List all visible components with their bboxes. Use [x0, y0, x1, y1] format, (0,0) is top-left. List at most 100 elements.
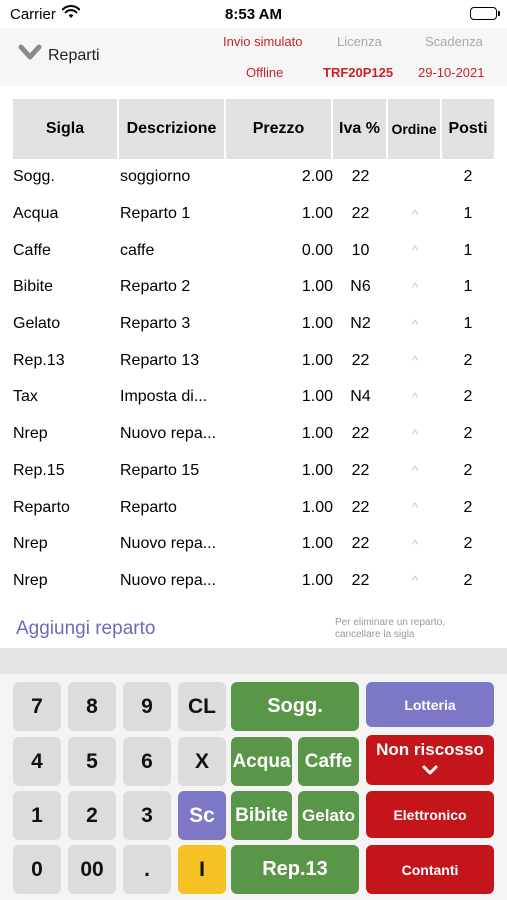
- table-body: Sogg. soggiorno 2.00 22 2 Acqua Reparto 1 1.00 2…: [13, 159, 494, 599]
- key-decimal[interactable]: .: [123, 845, 171, 894]
- key-5[interactable]: 5: [68, 737, 116, 786]
- cell-posti: 1: [463, 241, 473, 259]
- key-6[interactable]: 6: [123, 737, 171, 786]
- table-row[interactable]: Acqua Reparto 1 1.00 22 ^ 1: [13, 196, 494, 233]
- cell-posti: 1: [463, 315, 473, 333]
- move-up-icon[interactable]: ^: [388, 573, 442, 588]
- move-up-icon[interactable]: ^: [388, 243, 442, 258]
- chevron-down-icon: [422, 760, 438, 780]
- cell-posti: 2: [463, 351, 473, 369]
- key-multiply[interactable]: X: [178, 737, 226, 786]
- key-lotteria[interactable]: Lotteria: [366, 682, 494, 727]
- delete-hint: Per eliminare un reparto, cancellare la …: [335, 617, 445, 641]
- key-sc[interactable]: Sc: [178, 791, 226, 840]
- cell-iva: 22: [351, 351, 370, 369]
- table-row[interactable]: Nrep Nuovo repa... 1.00 22 ^ 2: [13, 416, 494, 453]
- cell-descrizione: caffe: [120, 241, 155, 259]
- cell-sigla: Nrep: [13, 571, 48, 589]
- move-up-icon[interactable]: ^: [388, 353, 442, 368]
- key-00[interactable]: 00: [68, 845, 116, 894]
- non-riscosso-label: Non riscosso: [376, 740, 484, 759]
- cell-prezzo: 1.00: [301, 315, 333, 333]
- cell-posti: 2: [463, 571, 473, 589]
- header-prezzo: Prezzo: [226, 99, 333, 159]
- cell-iva: 10: [351, 241, 370, 259]
- table-row[interactable]: Reparto Reparto 1.00 22 ^ 2: [13, 489, 494, 526]
- key-9[interactable]: 9: [123, 682, 171, 731]
- move-up-icon[interactable]: ^: [388, 537, 442, 552]
- keypad: 7 8 9 CL Sogg. Lotteria 4 5 6 X Acqua Ca…: [0, 674, 507, 900]
- invio-simulato-label: Invio simulato: [223, 34, 303, 49]
- key-7[interactable]: 7: [13, 682, 61, 731]
- back-button[interactable]: Reparti: [18, 44, 100, 67]
- key-elettronico[interactable]: Elettronico: [366, 791, 494, 838]
- licenza-label: Licenza: [337, 34, 382, 49]
- key-bibite[interactable]: Bibite: [231, 791, 292, 840]
- table-row[interactable]: Rep.13 Reparto 13 1.00 22 ^ 2: [13, 342, 494, 379]
- clock: 8:53 AM: [225, 6, 282, 23]
- move-up-icon[interactable]: ^: [388, 280, 442, 295]
- table-row[interactable]: Sogg. soggiorno 2.00 22 2: [13, 159, 494, 196]
- cell-prezzo: 1.00: [301, 425, 333, 443]
- cell-sigla: Nrep: [13, 425, 48, 443]
- cell-posti: 2: [463, 498, 473, 516]
- move-up-icon[interactable]: ^: [388, 207, 442, 222]
- table-row[interactable]: Caffe caffe 0.00 10 ^ 1: [13, 232, 494, 269]
- cell-descrizione: Reparto 2: [120, 278, 191, 296]
- key-2[interactable]: 2: [68, 791, 116, 840]
- cell-prezzo: 1.00: [301, 278, 333, 296]
- add-reparto-link[interactable]: Aggiungi reparto: [16, 618, 155, 640]
- cell-sigla: Nrep: [13, 535, 48, 553]
- key-1[interactable]: 1: [13, 791, 61, 840]
- cell-prezzo: 1.00: [301, 388, 333, 406]
- header-sigla: Sigla: [13, 99, 119, 159]
- cell-sigla: Rep.15: [13, 461, 65, 479]
- cell-descrizione: Reparto 3: [120, 315, 191, 333]
- table-row[interactable]: Tax Imposta di... 1.00 N4 ^ 2: [13, 379, 494, 416]
- table-row[interactable]: Nrep Nuovo repa... 1.00 22 ^ 2: [13, 563, 494, 600]
- cell-descrizione: Reparto 15: [120, 461, 200, 479]
- cell-posti: 2: [463, 425, 473, 443]
- table-row[interactable]: Gelato Reparto 3 1.00 N2 ^ 1: [13, 306, 494, 343]
- cell-prezzo: 1.00: [301, 535, 333, 553]
- table-row[interactable]: Bibite Reparto 2 1.00 N6 ^ 1: [13, 269, 494, 306]
- back-label: Reparti: [48, 46, 100, 64]
- table-row[interactable]: Rep.15 Reparto 15 1.00 22 ^ 2: [13, 453, 494, 490]
- key-clear[interactable]: CL: [178, 682, 226, 731]
- key-i[interactable]: I: [178, 845, 226, 894]
- key-8[interactable]: 8: [68, 682, 116, 731]
- cell-posti: 2: [463, 535, 473, 553]
- cell-sigla: Bibite: [13, 278, 54, 296]
- key-acqua[interactable]: Acqua: [231, 737, 292, 786]
- key-rep13[interactable]: Rep.13: [231, 845, 359, 894]
- move-up-icon[interactable]: ^: [388, 463, 442, 478]
- cell-prezzo: 2.00: [301, 168, 333, 186]
- key-non-riscosso[interactable]: Non riscosso: [366, 735, 494, 785]
- key-3[interactable]: 3: [123, 791, 171, 840]
- table-row[interactable]: Nrep Nuovo repa... 1.00 22 ^ 2: [13, 526, 494, 563]
- key-contanti[interactable]: Contanti: [366, 845, 494, 894]
- move-up-icon[interactable]: ^: [388, 317, 442, 332]
- table-header: Sigla Descrizione Prezzo Iva % Ordine Po…: [13, 99, 494, 159]
- move-up-icon[interactable]: ^: [388, 500, 442, 515]
- move-up-icon[interactable]: ^: [388, 427, 442, 442]
- move-up-icon[interactable]: ^: [388, 390, 442, 405]
- key-caffe[interactable]: Caffe: [298, 737, 359, 786]
- scadenza-label: Scadenza: [425, 34, 483, 49]
- cell-iva: 22: [351, 205, 370, 223]
- cell-sigla: Caffe: [13, 241, 51, 259]
- key-0[interactable]: 0: [13, 845, 61, 894]
- hint-line-2: cancellare la sigla: [335, 629, 415, 640]
- key-sogg[interactable]: Sogg.: [231, 682, 359, 731]
- cell-prezzo: 0.00: [301, 241, 333, 259]
- cell-sigla: Sogg.: [13, 168, 55, 186]
- cell-iva: 22: [351, 535, 370, 553]
- cell-descrizione: soggiorno: [120, 168, 191, 186]
- header-descrizione: Descrizione: [119, 99, 226, 159]
- cell-iva: 22: [351, 168, 370, 186]
- hint-line-1: Per eliminare un reparto,: [335, 617, 446, 628]
- key-gelato[interactable]: Gelato: [298, 791, 359, 840]
- key-4[interactable]: 4: [13, 737, 61, 786]
- cell-iva: N6: [350, 278, 371, 296]
- cell-descrizione: Nuovo repa...: [120, 425, 217, 443]
